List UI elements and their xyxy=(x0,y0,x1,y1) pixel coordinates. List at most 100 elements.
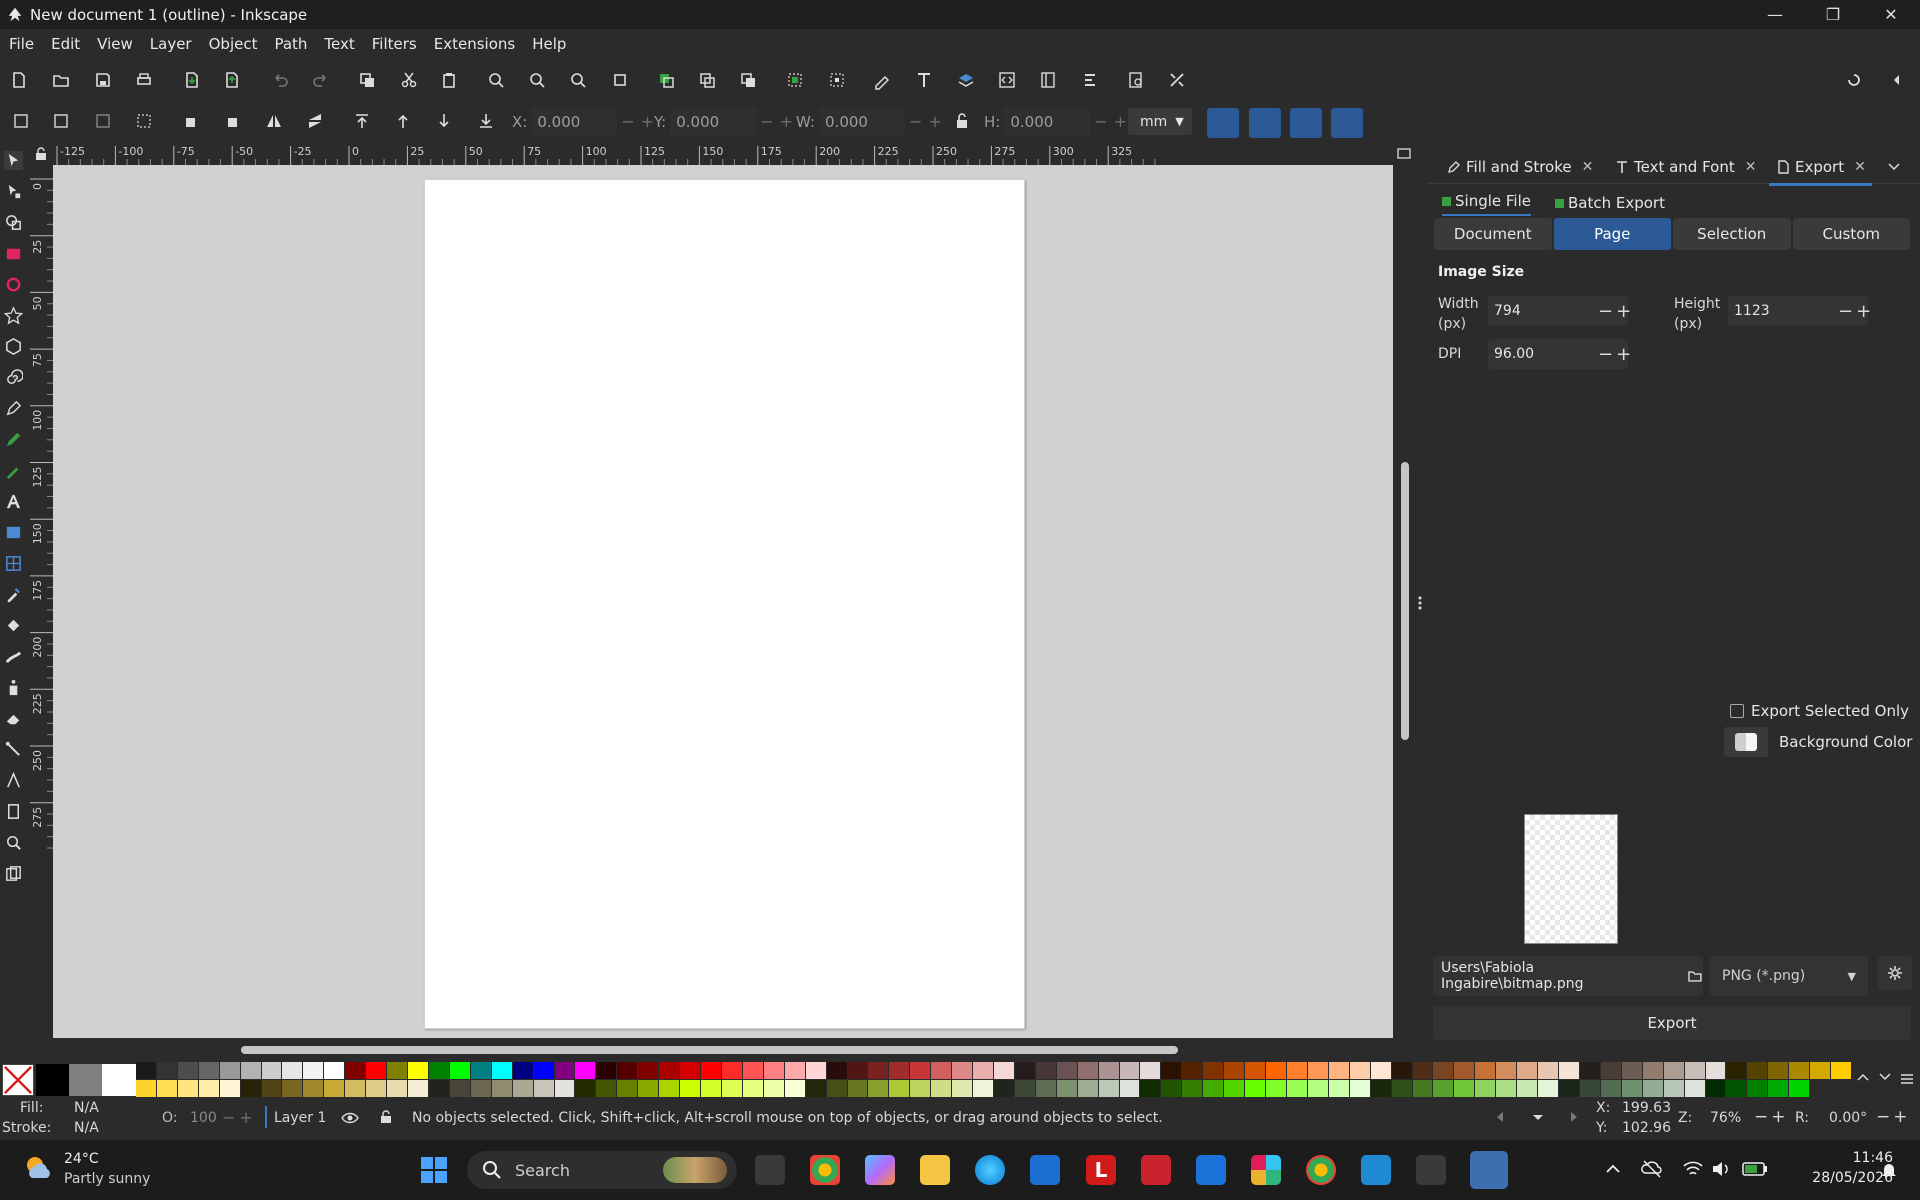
palette-swatch[interactable] xyxy=(617,1080,639,1098)
palette-swatch[interactable] xyxy=(868,1062,890,1080)
palette-swatch[interactable] xyxy=(1538,1062,1560,1080)
tweak-tool-icon[interactable] xyxy=(4,647,23,666)
palette-swatch[interactable] xyxy=(1726,1080,1748,1098)
touch-select-icon[interactable] xyxy=(134,111,154,131)
palette-swatch[interactable] xyxy=(136,1080,157,1098)
palette-swatch[interactable] xyxy=(596,1062,618,1080)
palette-swatch[interactable] xyxy=(575,1080,597,1098)
palette-swatch[interactable] xyxy=(1433,1062,1455,1080)
rectangle-tool-icon[interactable] xyxy=(4,244,23,263)
tab-single-file[interactable]: Single File xyxy=(1442,190,1531,216)
palette-swatch[interactable] xyxy=(1349,1062,1371,1080)
windows-start-icon[interactable] xyxy=(419,1155,449,1185)
chevron-left-icon[interactable] xyxy=(1887,70,1907,90)
area-custom-button[interactable]: Custom xyxy=(1792,218,1910,250)
palette-swatch[interactable] xyxy=(721,1062,743,1080)
chrome-profile-icon[interactable] xyxy=(1306,1155,1336,1185)
palette-swatch[interactable] xyxy=(973,1062,994,1080)
palette-swatch[interactable] xyxy=(1496,1062,1518,1080)
menu-edit[interactable]: Edit xyxy=(51,35,80,53)
partly-sunny-weather-icon[interactable] xyxy=(22,1152,56,1186)
clock-time[interactable]: 11:46 xyxy=(1799,1150,1893,1166)
palette-swatch[interactable] xyxy=(1789,1062,1811,1080)
palette-swatch[interactable] xyxy=(680,1080,702,1098)
lastpass-icon[interactable]: L xyxy=(1086,1155,1116,1185)
palette-swatch[interactable] xyxy=(554,1062,576,1080)
palette-swatch[interactable] xyxy=(1203,1080,1225,1098)
y-input[interactable]: 0.000 xyxy=(670,108,757,135)
close-button[interactable]: ✕ xyxy=(1862,0,1920,29)
palette-swatch[interactable] xyxy=(1391,1080,1413,1098)
palette-swatch[interactable] xyxy=(701,1062,722,1080)
palette-swatch[interactable] xyxy=(1224,1080,1246,1098)
paint-bucket-tool-icon[interactable] xyxy=(4,616,23,635)
w-stepper[interactable]: −+ xyxy=(909,112,948,131)
folder-icon[interactable] xyxy=(1687,968,1703,984)
paint-app-icon[interactable] xyxy=(1470,1151,1508,1189)
w-input[interactable]: 0.000 xyxy=(819,108,906,135)
layers-icon[interactable] xyxy=(956,70,976,90)
chevron-down-icon[interactable] xyxy=(1878,1070,1892,1084)
palette-swatch[interactable] xyxy=(1203,1062,1225,1080)
zoom-stepper[interactable]: −+ xyxy=(1754,1107,1789,1127)
palette-swatch[interactable] xyxy=(1768,1080,1790,1098)
redo-icon[interactable] xyxy=(311,70,331,90)
copy-icon[interactable] xyxy=(357,70,377,90)
palette-swatch[interactable] xyxy=(1538,1080,1560,1098)
palette-swatch[interactable] xyxy=(303,1080,325,1098)
palette-swatch[interactable] xyxy=(366,1080,388,1098)
palette-swatch[interactable] xyxy=(1663,1080,1685,1098)
palette-swatch[interactable] xyxy=(1559,1080,1580,1098)
transform-patterns-toggle[interactable] xyxy=(1331,108,1363,138)
scale-stroke-toggle[interactable] xyxy=(1207,108,1239,138)
palette-swatch[interactable] xyxy=(1684,1062,1706,1080)
palette-swatch[interactable] xyxy=(784,1080,806,1098)
menu-view[interactable]: View xyxy=(97,35,133,53)
palette-swatch[interactable] xyxy=(366,1062,388,1080)
hamburger-menu-icon[interactable] xyxy=(1899,1071,1915,1087)
page[interactable] xyxy=(424,179,1025,1029)
shape-builder-tool-icon[interactable] xyxy=(4,213,23,232)
ungroup-icon[interactable] xyxy=(827,70,847,90)
microsoft-store-icon[interactable] xyxy=(1030,1155,1060,1185)
palette-swatch[interactable] xyxy=(219,1080,241,1098)
minimize-button[interactable]: — xyxy=(1746,0,1804,29)
star-tool-icon[interactable] xyxy=(4,306,23,325)
close-tab-icon[interactable]: ✕ xyxy=(1745,159,1757,175)
palette-swatch[interactable] xyxy=(638,1080,660,1098)
edge-icon[interactable] xyxy=(975,1155,1005,1185)
palette-swatch[interactable] xyxy=(1328,1080,1350,1098)
palette-swatch[interactable] xyxy=(1286,1080,1308,1098)
palette-swatch[interactable] xyxy=(156,1080,178,1098)
palette-swatch[interactable] xyxy=(1266,1080,1287,1098)
palette-swatch[interactable] xyxy=(408,1080,429,1098)
palette-swatch[interactable] xyxy=(1600,1062,1622,1080)
palette-swatch[interactable] xyxy=(1412,1080,1434,1098)
volume-icon[interactable] xyxy=(1710,1159,1732,1179)
current-layer[interactable]: Layer 1 xyxy=(274,1110,326,1126)
lock-icon[interactable] xyxy=(952,111,972,131)
palette-swatch[interactable] xyxy=(847,1080,869,1098)
palette-swatch[interactable] xyxy=(491,1062,513,1080)
palette-swatch[interactable] xyxy=(428,1062,450,1080)
palette-swatch[interactable] xyxy=(1161,1062,1183,1080)
palette-swatch[interactable] xyxy=(1789,1080,1811,1098)
palette-swatch[interactable] xyxy=(763,1080,785,1098)
palette-swatch[interactable] xyxy=(638,1062,660,1080)
palette-swatch[interactable] xyxy=(1140,1080,1162,1098)
palette-swatch[interactable] xyxy=(1475,1062,1497,1080)
swatch-grid[interactable] xyxy=(136,1062,1852,1098)
menu-help[interactable]: Help xyxy=(532,35,566,53)
palette-swatch[interactable] xyxy=(345,1080,367,1098)
palette-swatch[interactable] xyxy=(1517,1080,1539,1098)
palette-swatch[interactable] xyxy=(1454,1062,1476,1080)
palette-swatch[interactable] xyxy=(240,1062,262,1080)
palette-swatch[interactable] xyxy=(1014,1062,1036,1080)
measure-tool-icon[interactable] xyxy=(4,802,23,821)
slack-icon[interactable] xyxy=(1251,1155,1281,1185)
text-font-icon[interactable] xyxy=(914,70,934,90)
outlook-icon[interactable] xyxy=(1196,1155,1226,1185)
palette-swatch[interactable] xyxy=(973,1080,994,1098)
eye-icon[interactable] xyxy=(341,1110,359,1126)
palette-swatch[interactable] xyxy=(1747,1080,1769,1098)
